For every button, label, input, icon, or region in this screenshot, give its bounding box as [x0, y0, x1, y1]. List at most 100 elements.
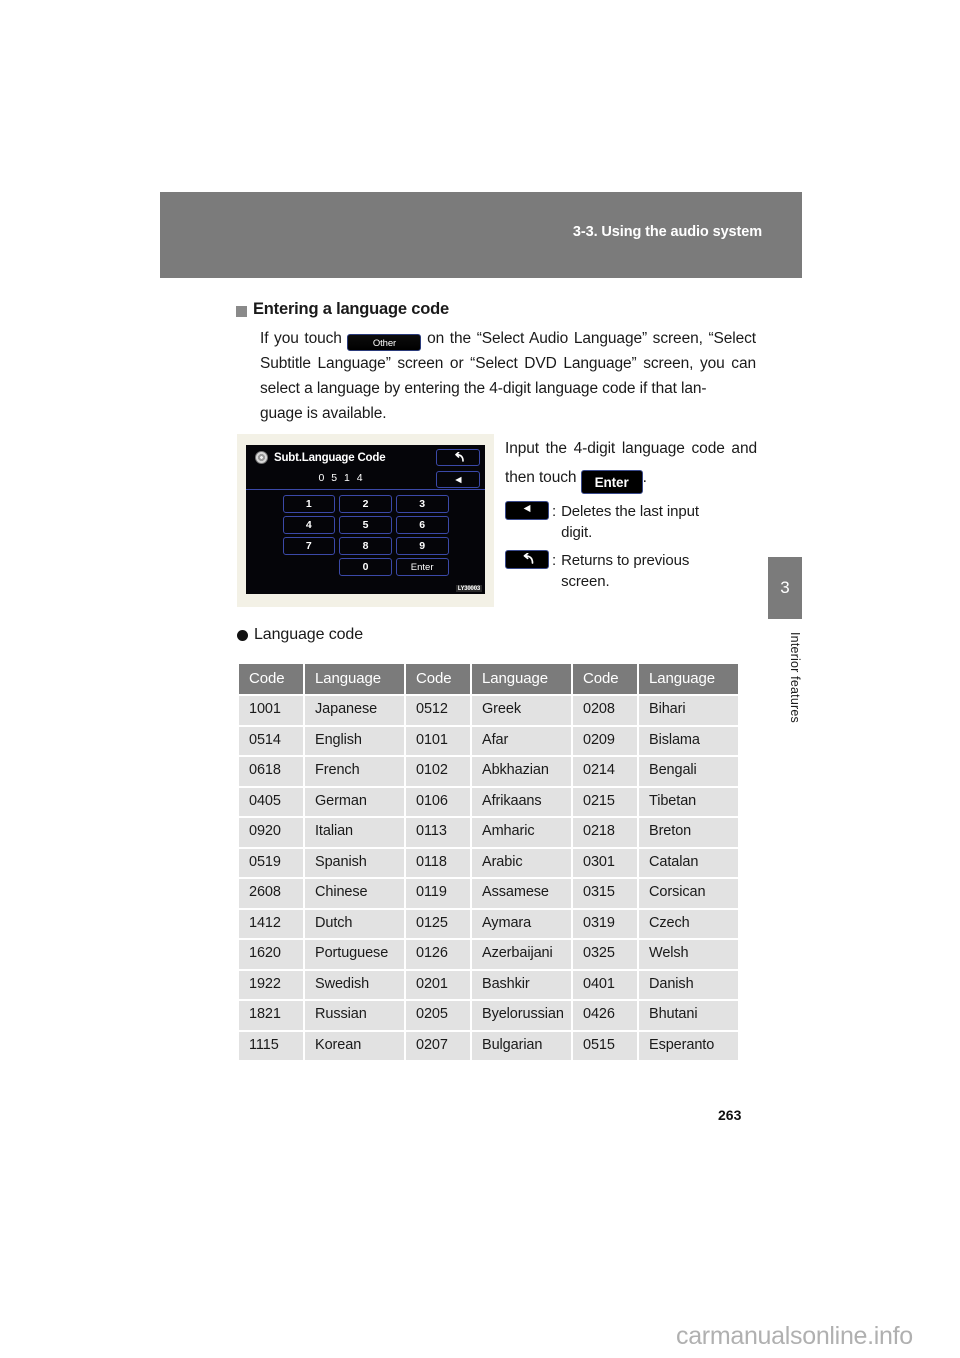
- section-heading: Entering a language code: [236, 300, 756, 320]
- return-button-chip[interactable]: [505, 550, 549, 569]
- keypad-key-enter[interactable]: Enter: [395, 558, 449, 576]
- table-cell-code: 0426: [571, 999, 639, 1032]
- table-row: 1620 Portuguese 0126 Azerbaijani 0325 Welsh: [237, 938, 740, 971]
- page-header-bar: 3-3. Using the audio system: [160, 192, 802, 278]
- table-cell-language: Portuguese: [303, 938, 406, 971]
- keypad-key-7[interactable]: 7: [282, 537, 336, 555]
- return-description-text: Returns to previous: [561, 552, 690, 569]
- table-cell-code: 0405: [237, 785, 305, 818]
- table-cell-language: Swedish: [303, 968, 406, 1001]
- table-row: 1412 Dutch 0125 Aymara 0319 Czech: [237, 907, 740, 940]
- other-button-chip[interactable]: Other: [347, 333, 422, 351]
- keypad-key-6[interactable]: 6: [395, 516, 449, 534]
- keypad-key-blank: [283, 558, 336, 576]
- figure-instruction-period: .: [642, 469, 647, 486]
- table-cell-language: Italian: [303, 816, 406, 849]
- table-header: Code Language Code Language Code Languag…: [237, 662, 740, 696]
- table-row: 0405 German 0106 Afrikaans 0215 Tibetan: [237, 785, 740, 818]
- table-header-language-3: Language: [637, 662, 740, 696]
- screen-keypad[interactable]: 1 2 3 4 5 6 7 8 9 0 Enter: [282, 495, 449, 576]
- table-cell-code: 1412: [237, 907, 305, 940]
- table-cell-language: Afrikaans: [470, 785, 573, 818]
- table-cell-language: Bislama: [637, 724, 740, 757]
- table-cell-language: German: [303, 785, 406, 818]
- keypad-key-8[interactable]: 8: [339, 537, 392, 555]
- table-header-language-2: Language: [470, 662, 573, 696]
- left-triangle-icon: [523, 504, 530, 513]
- table-header-code-2: Code: [404, 662, 472, 696]
- keypad-key-5[interactable]: 5: [339, 516, 392, 534]
- table-cell-code: 0106: [404, 785, 472, 818]
- table-cell-code: 1821: [237, 999, 305, 1032]
- table-cell-code: 0113: [404, 816, 472, 849]
- paragraph-text-part1: If you touch: [260, 329, 342, 347]
- table-cell-language: Corsican: [637, 877, 740, 910]
- disc-icon: [255, 451, 268, 464]
- table-cell-code: 0401: [571, 968, 639, 1001]
- table-cell-code: 1620: [237, 938, 305, 971]
- delete-description-lastline: digit.: [561, 524, 593, 541]
- table-cell-language: Byelorussian: [470, 999, 573, 1032]
- chapter-tab-number: 3: [780, 578, 790, 597]
- return-description-lastline: screen.: [561, 573, 610, 590]
- table-row: 0618 French 0102 Abkhazian 0214 Bengali: [237, 755, 740, 788]
- table-cell-code: 2608: [237, 877, 305, 910]
- table-cell-code: 0126: [404, 938, 472, 971]
- table-cell-code: 0201: [404, 968, 472, 1001]
- return-arrow-icon: [454, 452, 464, 462]
- delete-colon: :: [552, 503, 557, 520]
- table-cell-language: Russian: [303, 999, 406, 1032]
- table-cell-language: Greek: [470, 694, 573, 727]
- figure-reference-code: LY30003: [455, 585, 482, 592]
- screen-illustration: Subt.Language Code 0 5 1 4 1 2 3 4 5 6 7…: [237, 434, 494, 607]
- delete-description: Deletes the last input digit.: [561, 501, 757, 543]
- table-header-row: Code Language Code Language Code Languag…: [237, 662, 740, 696]
- keypad-key-0[interactable]: 0: [339, 558, 392, 576]
- keypad-key-9[interactable]: 9: [395, 537, 449, 555]
- table-cell-language: Bengali: [637, 755, 740, 788]
- paragraph-text-part3: guage is available.: [260, 404, 387, 422]
- table-header-code-3: Code: [571, 662, 639, 696]
- table-cell-language: Assamese: [470, 877, 573, 910]
- table-cell-code: 0218: [571, 816, 639, 849]
- table-cell-language: Abkhazian: [470, 755, 573, 788]
- table-cell-language: Aymara: [470, 907, 573, 940]
- keypad-key-2[interactable]: 2: [339, 495, 392, 513]
- table-cell-code: 0118: [404, 846, 472, 879]
- watermark: carmanualsonline.info: [676, 1322, 913, 1350]
- square-bullet-icon: [236, 306, 247, 317]
- table-cell-language: Azerbaijani: [470, 938, 573, 971]
- page-number: 263: [718, 1107, 742, 1123]
- table-cell-code: 0119: [404, 877, 472, 910]
- table-cell-language: Amharic: [470, 816, 573, 849]
- table-cell-language: French: [303, 755, 406, 788]
- enter-button-chip[interactable]: Enter: [580, 470, 643, 494]
- screen-backspace-button[interactable]: [436, 471, 480, 488]
- figure-side-text: Input the 4-digit language code and then…: [505, 434, 757, 592]
- table-cell-code: 0514: [237, 724, 305, 757]
- chapter-tab-label: Interior features: [788, 632, 802, 723]
- delete-description-text: Deletes the last input: [561, 503, 699, 520]
- backspace-button-chip[interactable]: [505, 501, 549, 520]
- language-code-table: Code Language Code Language Code Languag…: [237, 662, 740, 1062]
- return-colon: :: [552, 552, 557, 569]
- keypad-key-3[interactable]: 3: [395, 495, 449, 513]
- table-cell-language: Japanese: [303, 694, 406, 727]
- table-cell-language: Breton: [637, 816, 740, 849]
- keypad-key-4[interactable]: 4: [282, 516, 336, 534]
- table-cell-code: 1001: [237, 694, 305, 727]
- table-cell-language: Bulgarian: [470, 1029, 573, 1062]
- table-cell-code: 0215: [571, 785, 639, 818]
- return-description: Returns to previous screen.: [561, 550, 757, 592]
- keypad-key-1[interactable]: 1: [282, 495, 336, 513]
- nav-screen: Subt.Language Code 0 5 1 4 1 2 3 4 5 6 7…: [246, 445, 485, 594]
- language-code-heading: Language code: [237, 626, 363, 644]
- table-cell-code: 0209: [571, 724, 639, 757]
- table-row: 0920 Italian 0113 Amharic 0218 Breton: [237, 816, 740, 849]
- table-cell-code: 1922: [237, 968, 305, 1001]
- table-row: 0519 Spanish 0118 Arabic 0301 Catalan: [237, 846, 740, 879]
- table-cell-code: 0102: [404, 755, 472, 788]
- table-row: 1115 Korean 0207 Bulgarian 0515 Esperanto: [237, 1029, 740, 1062]
- screen-return-button[interactable]: [436, 449, 480, 466]
- table-cell-language: Korean: [303, 1029, 406, 1062]
